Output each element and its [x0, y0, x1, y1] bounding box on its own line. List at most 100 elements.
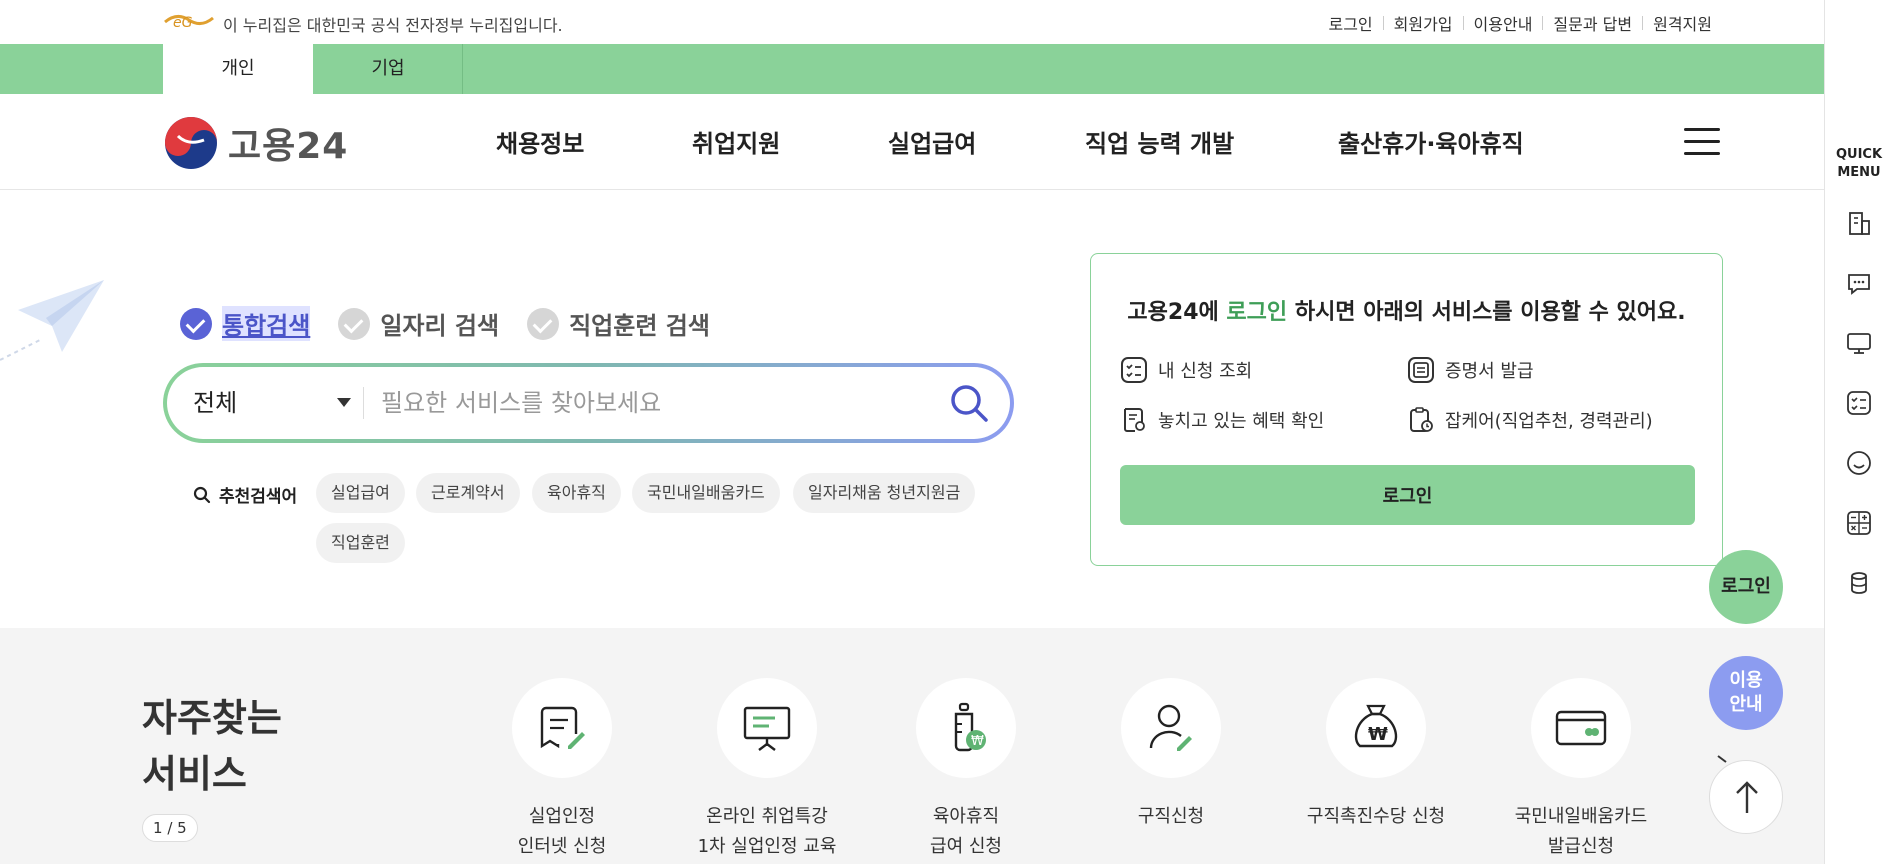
- pager-current: 1: [153, 819, 163, 837]
- frequent-title-line2: 서비스: [142, 752, 247, 796]
- service-card-label: 국민내일배움카드 발급신청: [1481, 802, 1681, 862]
- search-small-icon: [193, 486, 211, 503]
- service-card-unemployment-recognition[interactable]: 실업인정 인터넷 신청: [462, 678, 662, 862]
- floating-guide-button[interactable]: 이용 안내: [1709, 656, 1783, 730]
- smile-icon[interactable]: [1845, 449, 1873, 477]
- user-type-bar: 개인 기업: [0, 44, 1824, 94]
- service-card-parental-leave-benefit[interactable]: ₩ 육아휴직 급여 신청: [866, 678, 1066, 862]
- service-label-line1: 육아휴직: [932, 806, 1000, 827]
- search-scope-select[interactable]: 전체: [193, 367, 237, 439]
- coin-stack-icon[interactable]: [1845, 569, 1873, 597]
- presentation-board-icon: [743, 706, 791, 751]
- service-label-line1: 실업인정: [528, 806, 596, 827]
- tab-business[interactable]: 기업: [313, 44, 463, 94]
- search-bar-inner: 전체: [167, 367, 1010, 439]
- search-input[interactable]: [381, 379, 921, 427]
- search-option-training[interactable]: 직업훈련 검색: [527, 306, 710, 341]
- gnb-employment-support[interactable]: 취업지원: [692, 124, 780, 159]
- frequent-title-line1: 자주찾는: [142, 696, 282, 740]
- service-label: 놓치고 있는 혜택 확인: [1158, 411, 1325, 432]
- util-guide-link[interactable]: 이용안내: [1464, 11, 1543, 35]
- brand-logo[interactable]: 고용24: [164, 116, 348, 170]
- svg-text:₩: ₩: [971, 734, 984, 749]
- service-card-label: 구직신청: [1071, 802, 1271, 832]
- chat-bubble-icon[interactable]: [1845, 269, 1873, 297]
- keyword-chip[interactable]: 근로계약서: [416, 473, 520, 513]
- util-signup-link[interactable]: 회원가입: [1384, 11, 1463, 35]
- service-card-label: 실업인정 인터넷 신청: [462, 802, 662, 862]
- search-option-integrated[interactable]: 통합검색: [180, 306, 311, 341]
- service-label-line2: 인터넷 신청: [517, 836, 607, 857]
- keyword-chip[interactable]: 국민내일배움카드: [632, 473, 780, 513]
- document-pen-icon: [540, 706, 585, 749]
- gov-notice-text: 이 누리집은 대한민국 공식 전자정부 누리집입니다.: [223, 16, 563, 35]
- service-label-line2: 발급신청: [1547, 836, 1615, 857]
- search-option-label: 통합검색: [222, 306, 311, 341]
- search-bar: 전체: [163, 363, 1014, 443]
- guide-line2: 안내: [1729, 694, 1763, 715]
- gnb-parental-leave[interactable]: 출산휴가·육아휴직: [1338, 124, 1524, 159]
- gnb-skills-development[interactable]: 직업 능력 개발: [1085, 124, 1234, 159]
- service-icon-circle: [512, 678, 612, 778]
- service-label-line1: 구직신청: [1137, 806, 1205, 827]
- checklist-icon[interactable]: [1845, 389, 1873, 417]
- login-button[interactable]: 로그인: [1120, 465, 1695, 525]
- keyword-chip[interactable]: 실업급여: [316, 473, 405, 513]
- floating-login-button[interactable]: 로그인: [1709, 550, 1783, 624]
- service-icon-circle: [1531, 678, 1631, 778]
- service-jobcare[interactable]: 잡케어(직업추천, 경력관리): [1407, 406, 1653, 434]
- search-option-jobs[interactable]: 일자리 검색: [338, 306, 499, 341]
- keyword-chip[interactable]: 육아휴직: [532, 473, 621, 513]
- search-type-options: 통합검색 일자리 검색 직업훈련 검색: [180, 306, 738, 341]
- search-icon[interactable]: [947, 381, 991, 425]
- calculator-icon[interactable]: [1845, 509, 1873, 537]
- service-label-line1: 구직촉진수당 신청: [1306, 806, 1446, 827]
- service-label-line1: 국민내일배움카드: [1514, 806, 1648, 827]
- hamburger-menu-icon[interactable]: [1684, 128, 1720, 156]
- service-card-job-promotion-allowance[interactable]: ₩ 구직촉진수당 신청: [1276, 678, 1476, 832]
- building-icon[interactable]: [1845, 209, 1873, 237]
- chevron-down-icon[interactable]: [337, 398, 351, 407]
- service-icon-circle: ₩: [916, 678, 1016, 778]
- global-navigation: 고용24 채용정보 취업지원 실업급여 직업 능력 개발 출산휴가·육아휴직: [0, 94, 1824, 190]
- util-remote-link[interactable]: 원격지원: [1643, 11, 1722, 35]
- monitor-icon[interactable]: [1845, 329, 1873, 357]
- tab-divider: [462, 44, 463, 94]
- login-card: 고용24에 로그인 하시면 아래의 서비스를 이용할 수 있어요. 내 신청 조…: [1090, 253, 1723, 566]
- frequent-services-section: 자주찾는 서비스 1 / 5 실업인정 인터넷 신청 온라인 취업특강 1차 실…: [0, 628, 1824, 864]
- scroll-top-button[interactable]: [1709, 760, 1783, 834]
- service-card-learning-card[interactable]: 국민내일배움카드 발급신청: [1481, 678, 1681, 862]
- login-card-title-post: 하시면 아래의 서비스를 이용할 수 있어요.: [1294, 300, 1686, 325]
- service-card-job-application[interactable]: 구직신청: [1071, 678, 1271, 832]
- clipboard-clock-icon: [1410, 407, 1433, 432]
- service-missed-benefits[interactable]: 놓치고 있는 혜택 확인: [1120, 406, 1324, 434]
- service-label-line2: 급여 신청: [930, 836, 1002, 857]
- baby-bottle-won-icon: ₩: [954, 702, 986, 752]
- document-search-icon: [1124, 408, 1145, 432]
- service-label-line1: 온라인 취업특강: [706, 806, 828, 827]
- carousel-pager: 1 / 5: [142, 814, 198, 842]
- keyword-chip[interactable]: 직업훈련: [316, 523, 405, 563]
- search-divider: [363, 387, 364, 419]
- keyword-chip[interactable]: 일자리채움 청년지원금: [793, 473, 976, 513]
- recommended-keywords-label: 추천검색어: [193, 482, 297, 507]
- egov-logo-icon: eG: [164, 15, 214, 31]
- login-card-title: 고용24에 로그인 하시면 아래의 서비스를 이용할 수 있어요.: [1091, 294, 1722, 326]
- checklist-icon: [1121, 357, 1147, 383]
- card-icon: [1555, 710, 1607, 746]
- quick-menu-title: QUICK MENU: [1825, 146, 1892, 182]
- util-qna-link[interactable]: 질문과 답변: [1543, 11, 1642, 35]
- gov-banner: eG 이 누리집은 대한민국 공식 전자정부 누리집입니다. 로그인 회원가입 …: [0, 0, 1824, 44]
- login-card-title-pre: 고용24에: [1127, 300, 1219, 325]
- service-label: 증명서 발급: [1445, 361, 1534, 382]
- search-option-label: 일자리 검색: [380, 312, 500, 340]
- recommend-label-text: 추천검색어: [219, 487, 298, 507]
- gnb-unemployment-benefit[interactable]: 실업급여: [888, 124, 976, 159]
- service-card-online-lecture[interactable]: 온라인 취업특강 1차 실업인정 교육: [667, 678, 867, 862]
- gnb-jobs[interactable]: 채용정보: [496, 124, 584, 159]
- tab-personal[interactable]: 개인: [163, 44, 313, 94]
- service-certificate[interactable]: 증명서 발급: [1407, 356, 1534, 384]
- util-login-link[interactable]: 로그인: [1318, 11, 1382, 35]
- service-my-applications[interactable]: 내 신청 조회: [1120, 356, 1252, 384]
- service-label: 잡케어(직업추천, 경력관리): [1445, 411, 1653, 432]
